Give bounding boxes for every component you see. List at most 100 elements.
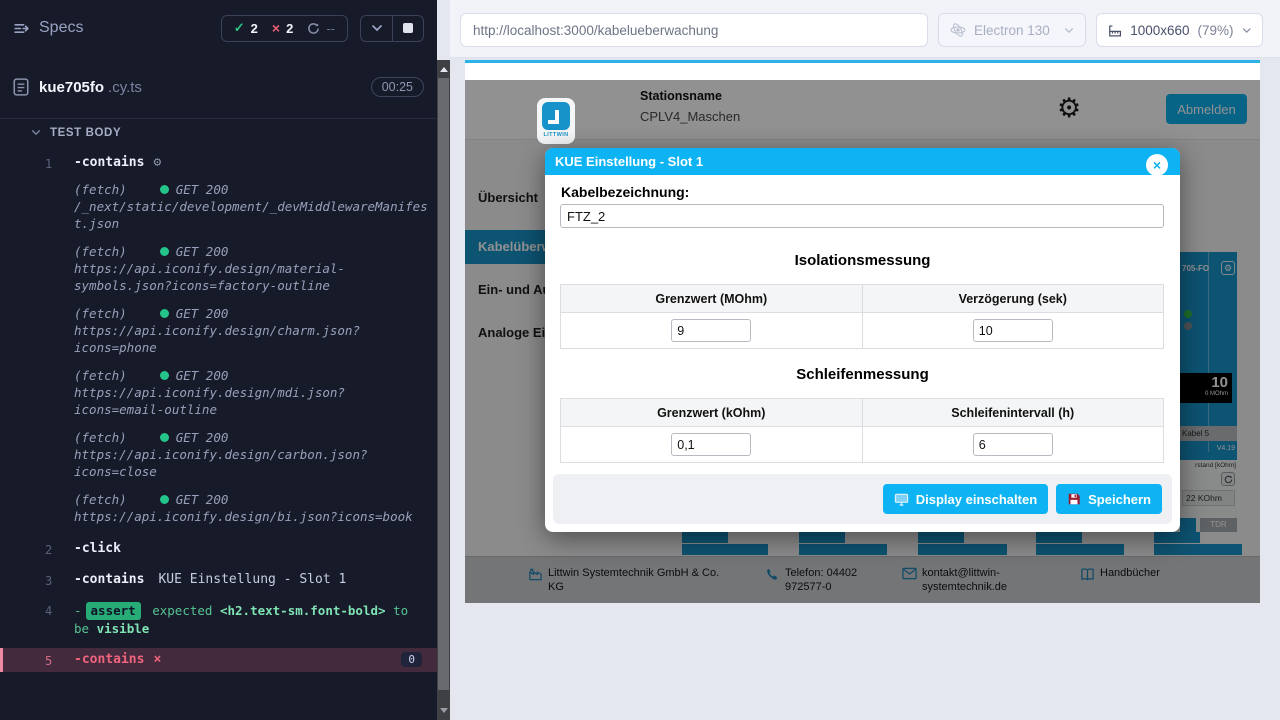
log-context: (fetch) bbox=[74, 243, 127, 260]
modal-title-bar: KUE Einstellung - Slot 1 bbox=[545, 148, 1180, 175]
reporter-scrollbar[interactable] bbox=[437, 60, 450, 720]
stat-pending: -- bbox=[307, 21, 335, 36]
aut-toolbar: Electron 130 1000x660 (79%) bbox=[450, 0, 1280, 58]
command-body: -contains KUE Einstellung - Slot 1 bbox=[74, 572, 430, 588]
monitor-icon bbox=[894, 493, 909, 506]
scrollbar-thumb[interactable] bbox=[438, 78, 449, 690]
command-line: -contains × 0 bbox=[74, 652, 430, 667]
grenzwert-mohm-input[interactable] bbox=[671, 319, 751, 342]
viewport-select[interactable]: 1000x660 (79%) bbox=[1096, 13, 1263, 47]
command-number: 5 bbox=[3, 652, 74, 668]
schleifenintervall-input[interactable] bbox=[973, 433, 1053, 456]
command-name: -contains bbox=[74, 652, 144, 667]
display-einschalten-button[interactable]: Display einschalten bbox=[883, 484, 1048, 514]
log-context: (fetch) bbox=[74, 181, 127, 198]
stat-passed: ✓2 bbox=[234, 20, 258, 36]
scroll-down-arrow[interactable] bbox=[440, 708, 448, 713]
network-log[interactable]: (fetch)GET 200 https://api.iconify.desig… bbox=[74, 305, 430, 356]
assert-row[interactable]: 4 -assert expected <h2.text-sm.font-bold… bbox=[0, 600, 437, 642]
col-verzoegerung-sek: Verzögerung (sek) bbox=[862, 285, 1164, 312]
command-row[interactable]: 3 -contains KUE Einstellung - Slot 1 bbox=[0, 570, 437, 592]
col-grenzwert-mohm: Grenzwert (MOhm) bbox=[561, 285, 862, 312]
viewport-size: 1000x660 bbox=[1130, 23, 1189, 38]
speichern-button[interactable]: Speichern bbox=[1056, 484, 1162, 514]
log-context: (fetch) bbox=[74, 429, 127, 446]
log-status: GET 200 bbox=[176, 367, 229, 384]
network-log[interactable]: (fetch)GET 200 https://api.iconify.desig… bbox=[74, 429, 430, 480]
command-line: -contains ⚙ bbox=[74, 155, 430, 170]
table-header-row: Grenzwert (MOhm) Verzögerung (sek) bbox=[561, 285, 1163, 313]
command-argument: KUE Einstellung - Slot 1 bbox=[158, 572, 346, 587]
log-head: (fetch)GET 200 bbox=[74, 367, 430, 384]
test-stats[interactable]: ✓2 ×2 -- bbox=[221, 15, 348, 42]
specs-label: Specs bbox=[39, 19, 83, 37]
log-head: (fetch) GET 200 bbox=[74, 305, 430, 322]
command-body: -click bbox=[74, 541, 430, 557]
runner-controls bbox=[360, 15, 424, 42]
save-floppy-icon bbox=[1067, 492, 1081, 506]
chevron-down-icon bbox=[31, 129, 41, 136]
browser-label: Electron 130 bbox=[974, 23, 1050, 38]
network-log[interactable]: (fetch)GET 200 https://api.iconify.desig… bbox=[74, 491, 430, 525]
status-dot-icon bbox=[160, 247, 169, 256]
schleifenmessung-heading: Schleifenmessung bbox=[545, 366, 1180, 383]
command-body: -contains ⚙ (fetch)GET 200 /_next/static… bbox=[74, 155, 430, 525]
col-schleifenintervall-h: Schleifenintervall (h) bbox=[862, 399, 1164, 426]
close-icon[interactable]: × bbox=[1146, 154, 1168, 176]
log-context: (fetch) bbox=[74, 305, 127, 322]
status-dot-icon bbox=[160, 371, 169, 380]
collapse-button[interactable] bbox=[361, 16, 392, 41]
kue-settings-modal: KUE Einstellung - Slot 1 × Kabelbezeichn… bbox=[545, 148, 1180, 532]
stop-button[interactable] bbox=[392, 16, 423, 41]
command-row[interactable]: 1 -contains ⚙ (fetch)GET 200 /_next/stat… bbox=[0, 153, 437, 529]
failed-command-row[interactable]: 5 -contains × 0 bbox=[0, 648, 437, 672]
stage: Electron 130 1000x660 (79%) LITTWIN Stat… bbox=[450, 0, 1280, 720]
status-dot-icon bbox=[160, 185, 169, 194]
verzoegerung-sek-input[interactable] bbox=[973, 319, 1053, 342]
fail-count-badge: 0 bbox=[401, 652, 422, 667]
url-input[interactable] bbox=[460, 13, 928, 47]
spec-name: kue705fo bbox=[39, 79, 104, 96]
network-log[interactable]: (fetch)GET 200 https://api.iconify.desig… bbox=[74, 243, 430, 294]
specs-menu-button[interactable]: Specs bbox=[13, 19, 83, 37]
log-context: (fetch) bbox=[74, 491, 127, 508]
command-body: -assert expected <h2.text-sm.font-bold> … bbox=[74, 602, 430, 638]
refresh-icon bbox=[307, 22, 320, 35]
table-cell bbox=[561, 313, 862, 348]
table-cell bbox=[862, 313, 1164, 348]
chevron-down-icon bbox=[1064, 27, 1074, 34]
chevron-down-icon bbox=[1242, 27, 1251, 34]
network-log[interactable]: (fetch)GET 200 https://api.iconify.desig… bbox=[74, 367, 430, 418]
kabelbezeichnung-input[interactable] bbox=[560, 204, 1164, 228]
littwin-logo-icon bbox=[542, 102, 570, 130]
browser-select[interactable]: Electron 130 bbox=[938, 13, 1086, 47]
command-body: -contains × 0 bbox=[74, 652, 430, 668]
app-under-test: LITTWIN Stationsname CPLV4_Maschen ⚙ Abm… bbox=[465, 60, 1260, 603]
command-number: 3 bbox=[0, 572, 74, 588]
test-body-toggle[interactable]: TEST BODY bbox=[0, 119, 437, 146]
grenzwert-kohm-input[interactable] bbox=[671, 433, 751, 456]
spec-header[interactable]: kue705fo .cy.ts 00:25 bbox=[0, 56, 437, 118]
log-head: (fetch)GET 200 bbox=[74, 181, 430, 198]
cypress-reporter-panel: Specs ✓2 ×2 -- kue705fo .cy.ts 00:25 bbox=[0, 0, 437, 720]
ruler-icon bbox=[1108, 23, 1122, 38]
command-row[interactable]: 2 -click bbox=[0, 539, 437, 561]
littwin-logo[interactable]: LITTWIN bbox=[537, 98, 575, 144]
log-status: GET 200 bbox=[176, 491, 229, 508]
command-name: -click bbox=[74, 541, 121, 556]
pending-count: -- bbox=[326, 21, 335, 36]
kabelbezeichnung-label: Kabelbezeichnung: bbox=[561, 184, 689, 200]
screenshot-root: Specs ✓2 ×2 -- kue705fo .cy.ts 00:25 bbox=[0, 0, 1280, 720]
assert-badge: assert bbox=[86, 602, 141, 620]
chevron-down-icon bbox=[371, 24, 383, 32]
command-number: 4 bbox=[0, 602, 74, 638]
status-dot-icon bbox=[160, 495, 169, 504]
network-log[interactable]: (fetch)GET 200 /_next/static/development… bbox=[74, 181, 430, 232]
spec-timer-badge: 00:25 bbox=[371, 77, 424, 97]
log-status: GET 200 bbox=[176, 305, 229, 322]
spec-file-icon bbox=[13, 78, 29, 96]
display-button-label: Display einschalten bbox=[916, 492, 1037, 507]
electron-icon bbox=[950, 22, 966, 38]
col-grenzwert-kohm: Grenzwert (kOhm) bbox=[561, 399, 862, 426]
scroll-up-arrow[interactable] bbox=[440, 67, 448, 72]
